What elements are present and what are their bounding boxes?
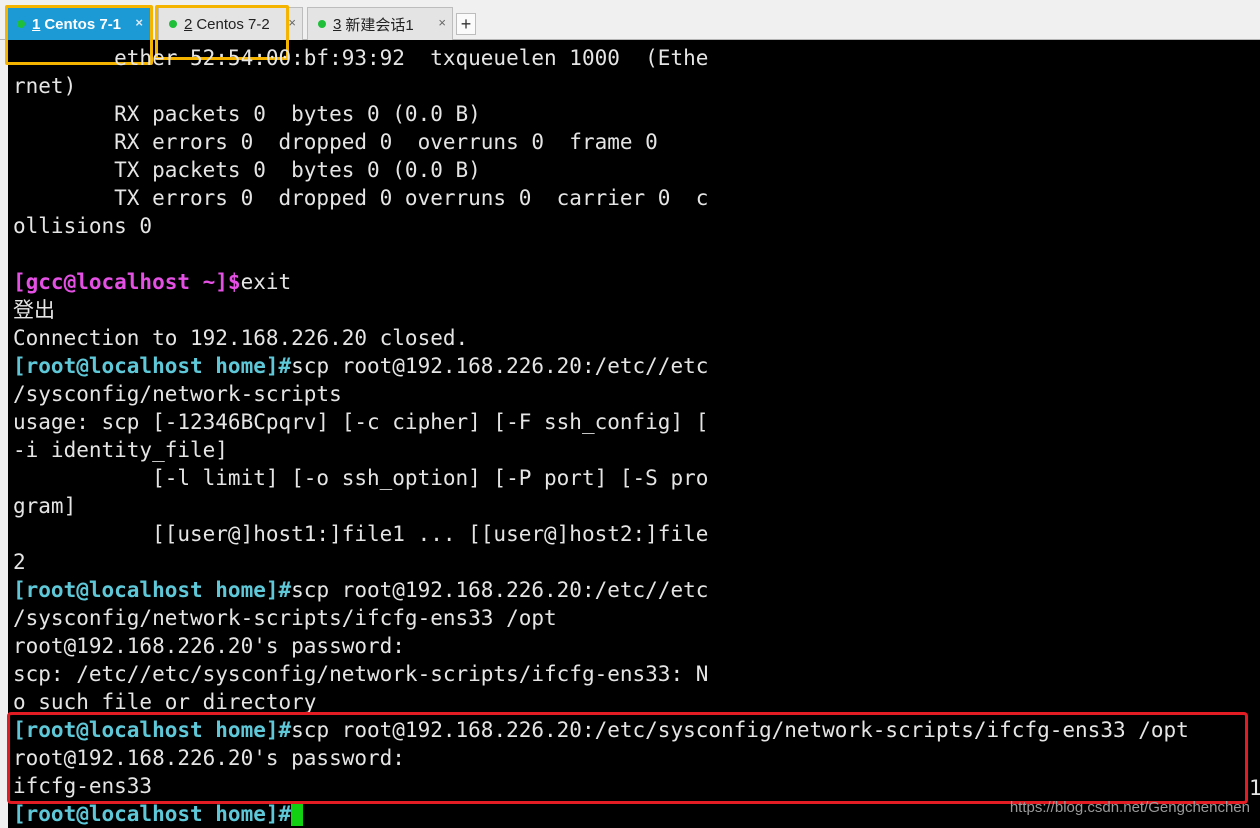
new-tab-button[interactable]: + [456, 13, 476, 35]
terminal-line: rnet) [13, 72, 76, 100]
tab-new-session-1[interactable]: 3 新建会话1 × [307, 7, 453, 40]
output-text: -i identity_file] [13, 438, 228, 462]
output-text: [[user@]host1:]file1 ... [[user@]host2:]… [13, 522, 709, 546]
output-text: [-l limit] [-o ssh_option] [-P port] [-S… [13, 466, 709, 490]
tab-label: 新建会话1 [345, 16, 414, 34]
terminal-line: /sysconfig/network-scripts/ifcfg-ens33 /… [13, 604, 557, 632]
terminal-line: ether 52:54:00:bf:93:92 txqueuelen 1000 … [13, 44, 708, 72]
terminal-line: RX packets 0 bytes 0 (0.0 B) [13, 100, 481, 128]
terminal-line: root@192.168.226.20's password: [13, 632, 405, 660]
terminal-line: Connection to 192.168.226.20 closed. [13, 324, 468, 352]
command-text: scp root@192.168.226.20:/etc//etc [291, 578, 709, 602]
terminal-line: [gcc@localhost ~]$exit [13, 268, 291, 296]
terminal-line: [[user@]host1:]file1 ... [[user@]host2:]… [13, 520, 708, 548]
output-text: rnet) [13, 74, 77, 98]
terminal-line: scp: /etc//etc/sysconfig/network-scripts… [13, 660, 708, 688]
terminal-line: [root@localhost home]#scp root@192.168.2… [13, 576, 708, 604]
terminal-line: gram] [13, 492, 76, 520]
output-text: Connection to 192.168.226.20 closed. [13, 326, 469, 350]
output-text: TX packets 0 bytes 0 (0.0 B) [13, 158, 481, 182]
shell-prompt: [gcc@localhost ~]$ [13, 270, 241, 294]
terminal-line: TX errors 0 dropped 0 overruns 0 carrier… [13, 184, 708, 212]
output-text: RX packets 0 bytes 0 (0.0 B) [13, 102, 481, 126]
shell-prompt: [root@localhost home]# [13, 578, 292, 602]
command-text: scp root@192.168.226.20:/etc//etc [291, 354, 709, 378]
output-text: scp: /etc//etc/sysconfig/network-scripts… [13, 662, 709, 686]
command-text: exit [240, 270, 292, 294]
output-text: ollisions 0 [13, 214, 153, 238]
annotation-box-scp-success [7, 712, 1248, 804]
output-text: TX errors 0 dropped 0 overruns 0 carrier… [13, 186, 709, 210]
terminal-line: /sysconfig/network-scripts [13, 380, 342, 408]
terminal-cursor [291, 802, 304, 826]
left-frame [0, 40, 8, 828]
output-text: 登出 [13, 298, 55, 322]
shell-prompt: [root@localhost home]# [13, 354, 292, 378]
terminal-line: [-l limit] [-o ssh_option] [-P port] [-S… [13, 464, 708, 492]
terminal-line: [root@localhost home]#scp root@192.168.2… [13, 352, 708, 380]
output-text: gram] [13, 494, 77, 518]
terminal-line: usage: scp [-12346BCpqrv] [-c cipher] [-… [13, 408, 708, 436]
shell-prompt: [root@localhost home]# [13, 802, 292, 826]
terminal-line: RX errors 0 dropped 0 overruns 0 frame 0 [13, 128, 658, 156]
overflow-digit: 1 [1249, 776, 1260, 800]
terminal-line: ollisions 0 [13, 212, 152, 240]
output-text: ether 52:54:00:bf:93:92 txqueuelen 1000 … [13, 46, 709, 70]
terminal-line: 登出 [13, 296, 55, 324]
output-text: 2 [13, 550, 26, 574]
output-text: o such file or directory [13, 690, 317, 714]
connected-status-icon [318, 20, 326, 28]
close-tab-icon[interactable]: × [438, 15, 446, 30]
output-text: /sysconfig/network-scripts [13, 382, 342, 406]
terminal-line: 2 [13, 548, 26, 576]
watermark: https://blog.csdn.net/Gengchenchen [1009, 799, 1250, 816]
output-text: /sysconfig/network-scripts/ifcfg-ens33 /… [13, 606, 557, 630]
output-text: usage: scp [-12346BCpqrv] [-c cipher] [-… [13, 410, 709, 434]
output-text: RX errors 0 dropped 0 overruns 0 frame 0 [13, 130, 658, 154]
terminal-line: -i identity_file] [13, 436, 228, 464]
terminal-line: TX packets 0 bytes 0 (0.0 B) [13, 156, 481, 184]
close-tab-icon[interactable]: × [288, 15, 296, 30]
terminal-line: [root@localhost home]# [13, 800, 304, 828]
tab-number: 3 [333, 15, 342, 33]
output-text: root@192.168.226.20's password: [13, 634, 405, 658]
